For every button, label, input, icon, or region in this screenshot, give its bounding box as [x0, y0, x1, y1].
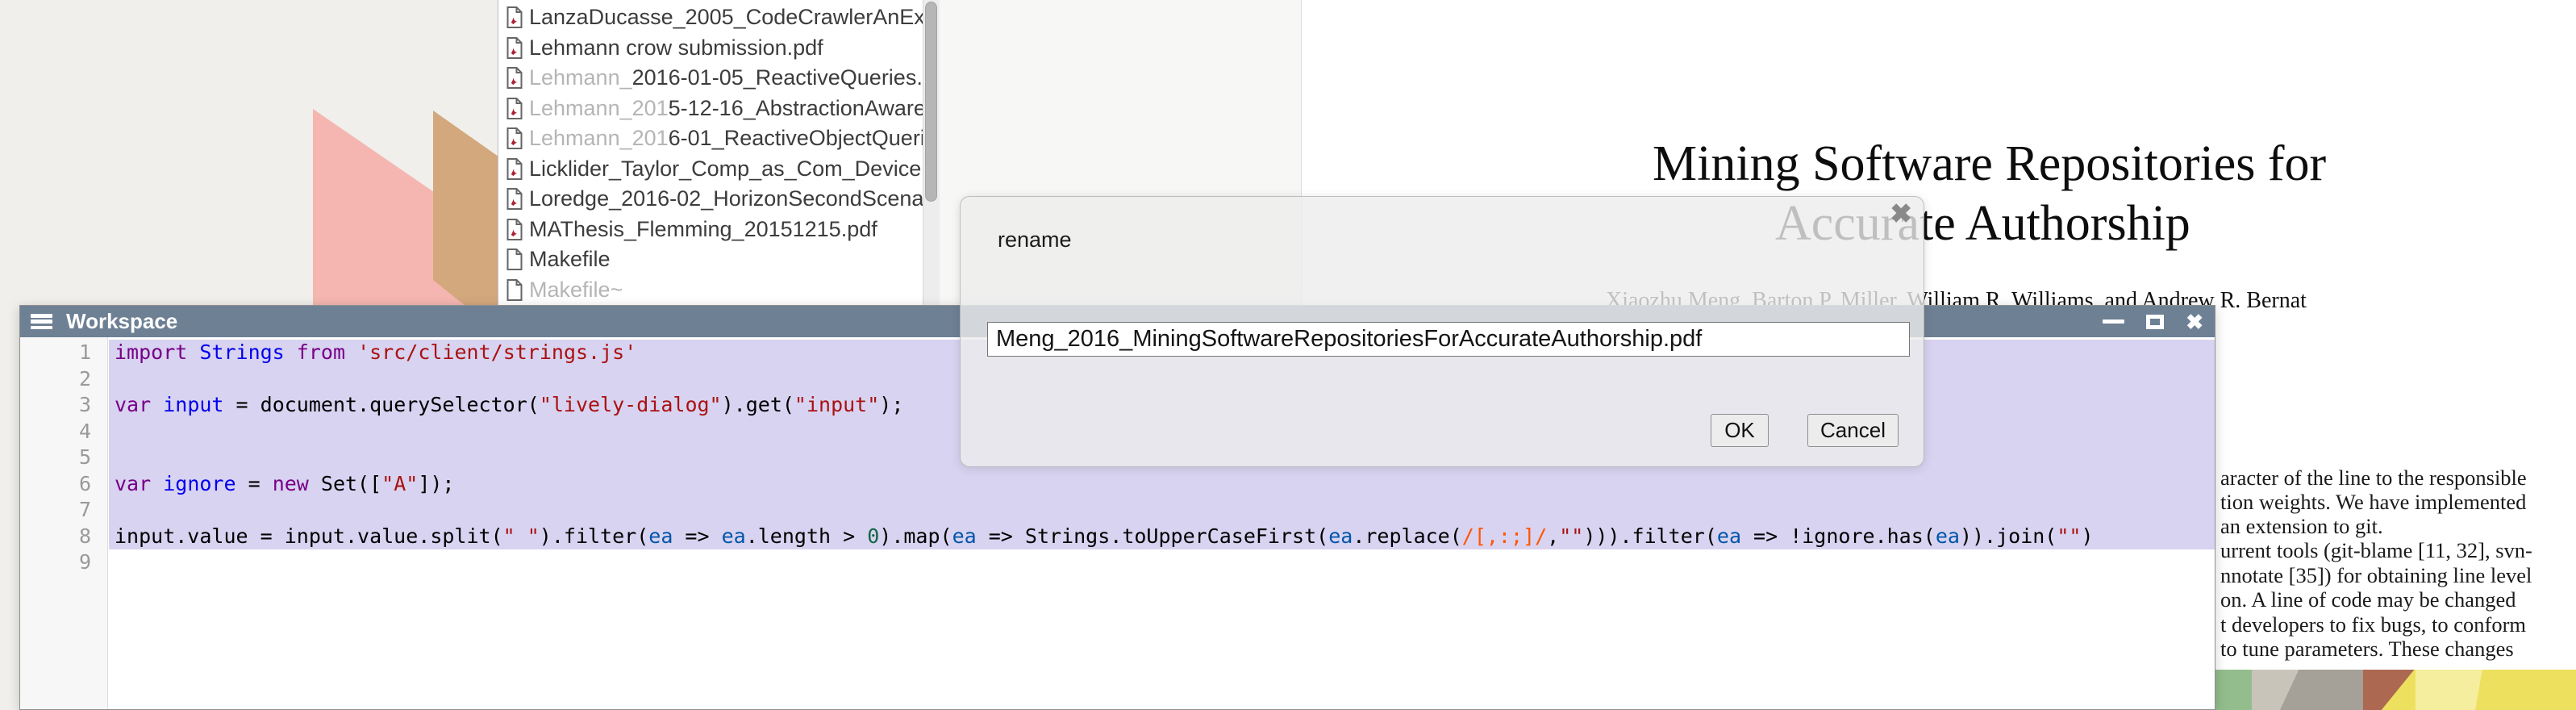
file-name: 6-01_ReactiveObjectQueri: [669, 126, 923, 151]
line-number: 6: [20, 471, 107, 498]
filename-input[interactable]: [987, 322, 1910, 357]
code-line[interactable]: [115, 549, 2215, 576]
file-name-dim: Lehmann_: [529, 65, 632, 90]
desktop-wallpaper-bottom: [2215, 668, 2576, 710]
file-name-dim: Makefile~: [529, 278, 623, 303]
line-number: 8: [20, 524, 107, 550]
file-list-scrollbar[interactable]: [923, 0, 940, 347]
file-list-item[interactable]: Loredge_2016-02_HorizonSecondScenar: [498, 184, 923, 215]
pdf-body-line: to tune parameters. These changes: [2220, 637, 2514, 662]
pdf-file-icon: [504, 187, 524, 211]
file-name: Licklider_Taylor_Comp_as_Com_Device.: [529, 157, 923, 182]
pdf-file-icon: [504, 127, 524, 150]
file-name: 5-12-16_AbstractionAware: [669, 96, 923, 121]
pdf-file-icon: [504, 97, 524, 120]
file-list-item[interactable]: Lehmann_2016-01_ReactiveObjectQueri: [498, 123, 923, 154]
line-number: 7: [20, 497, 107, 524]
file-name: Lehmann crow submission.pdf: [529, 36, 823, 61]
file-list-item[interactable]: Licklider_Taylor_Comp_as_Com_Device.: [498, 154, 923, 185]
code-line[interactable]: input.value = input.value.split(" ").fil…: [115, 524, 2215, 550]
file-list-item[interactable]: Lehmann_2016-01-05_ReactiveQueries.p: [498, 63, 923, 94]
file-name-dim: Lehmann_201: [529, 96, 669, 121]
file-icon: [504, 248, 524, 271]
pdf-title-line1: Mining Software Repositories for: [1653, 136, 2326, 193]
file-icon: [504, 278, 524, 302]
file-name-dim: Lehmann_201: [529, 126, 669, 151]
file-list-item[interactable]: Makefile: [498, 244, 923, 275]
line-number: 9: [20, 549, 107, 576]
file-name: LanzaDucasse_2005_CodeCrawlerAnExt: [529, 5, 923, 30]
pdf-body-line: urrent tools (git-blame [11, 32], svn-: [2220, 538, 2532, 563]
close-icon[interactable]: ✖: [2186, 311, 2203, 332]
line-number: 4: [20, 419, 107, 445]
line-number: 1: [20, 340, 107, 366]
line-number: 5: [20, 445, 107, 471]
file-list-item[interactable]: MAThesis_Flemming_20151215.pdf: [498, 215, 923, 245]
cancel-button[interactable]: Cancel: [1807, 414, 1899, 447]
file-list-item[interactable]: Makefile~: [498, 275, 923, 306]
pdf-body-line: nnotate [35]) for obtaining line level: [2220, 563, 2532, 588]
file-name: MAThesis_Flemming_20151215.pdf: [529, 217, 877, 242]
scrollbar-thumb[interactable]: [925, 2, 937, 202]
file-list-item[interactable]: Lehmann crow submission.pdf: [498, 33, 923, 64]
maximize-icon[interactable]: [2146, 315, 2164, 329]
line-number: 3: [20, 392, 107, 419]
dialog-title: rename: [998, 228, 1072, 253]
file-name: Loredge_2016-02_HorizonSecondScenar: [529, 186, 923, 211]
file-list-panel: LanzaDucasse_2005_CodeCrawlerAnExt Lehman…: [498, 0, 940, 347]
code-line[interactable]: var ignore = new Set(["A"]);: [115, 471, 2215, 498]
pdf-body-line: t developers to fix bugs, to conform: [2220, 612, 2526, 637]
minimize-icon[interactable]: [2103, 320, 2124, 324]
pdf-body-line: an extension to git.: [2220, 514, 2383, 539]
file-list-item[interactable]: Lehmann_2015-12-16_AbstractionAware: [498, 94, 923, 124]
line-number: 2: [20, 366, 107, 393]
pdf-body-line: on. A line of code may be changed: [2220, 587, 2516, 612]
pdf-body-line: aracter of the line to the responsible: [2220, 466, 2527, 491]
line-number-gutter: 123456789: [20, 337, 108, 709]
close-icon[interactable]: ✖: [1890, 200, 1912, 227]
pdf-body-text: aracter of the line to the responsible t…: [2219, 466, 2576, 670]
rename-dialog: rename ✖ OK Cancel: [960, 196, 1924, 467]
pdf-file-icon: [504, 36, 524, 60]
menu-icon[interactable]: [31, 314, 52, 329]
window-title: Workspace: [66, 309, 177, 334]
pdf-file-icon: [504, 157, 524, 181]
file-name: 2016-01-05_ReactiveQueries.p: [632, 65, 923, 90]
pdf-body-line: tion weights. We have implemented: [2220, 490, 2526, 515]
file-name: Makefile: [529, 247, 611, 272]
pdf-file-icon: [504, 66, 524, 90]
ok-button[interactable]: OK: [1711, 414, 1769, 447]
file-list-item[interactable]: LanzaDucasse_2005_CodeCrawlerAnExt: [498, 2, 923, 33]
pdf-file-icon: [504, 218, 524, 241]
pdf-file-icon: [504, 6, 524, 29]
code-line[interactable]: [115, 497, 2215, 524]
